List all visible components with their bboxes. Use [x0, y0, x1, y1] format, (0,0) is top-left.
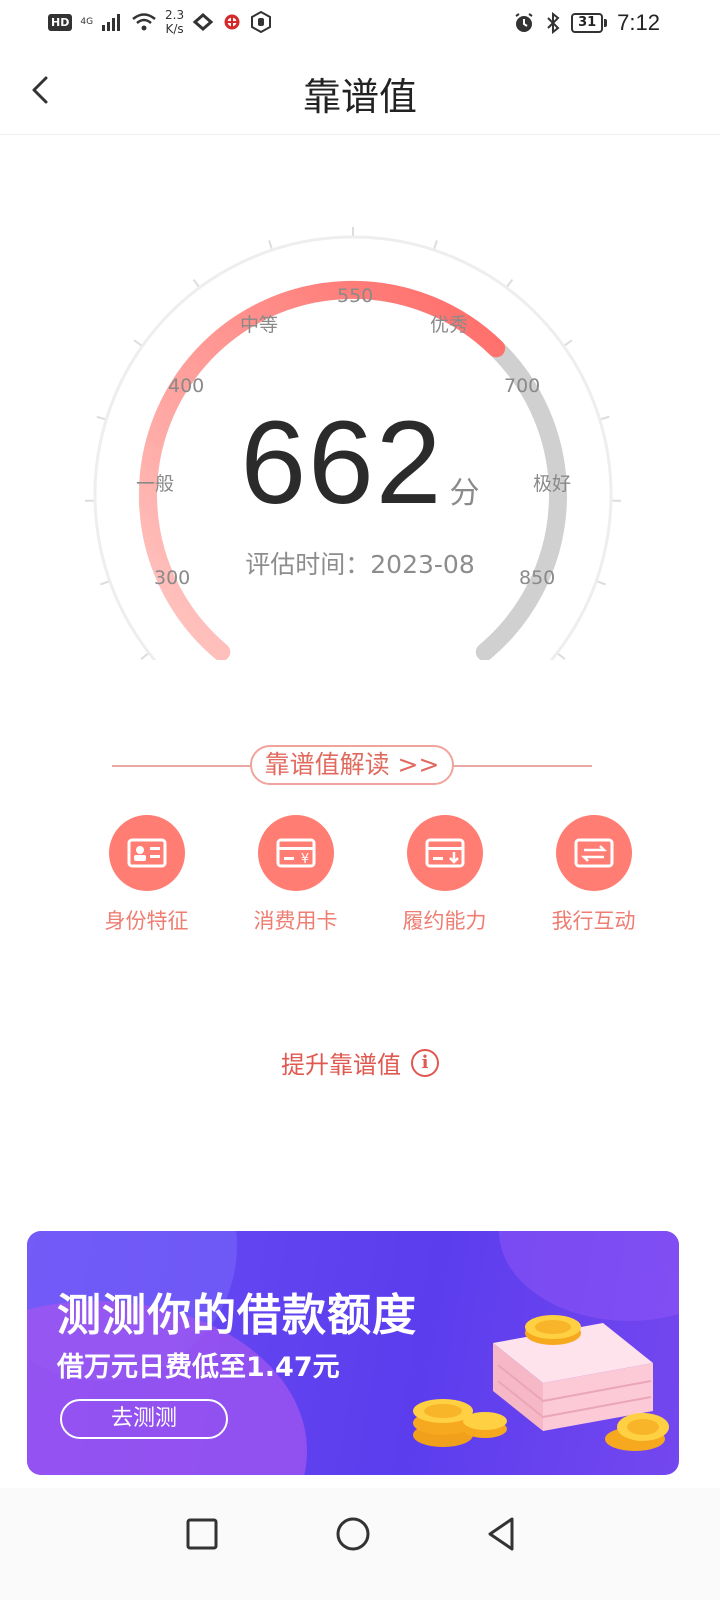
divider-line-right	[452, 765, 592, 767]
score-gauge: 300 400 550 700 850 一般 中等 优秀 极好 662 分 评估时…	[0, 200, 720, 660]
status-left: HD 4G 2.3 K/s	[48, 8, 272, 36]
transfer-icon	[555, 815, 632, 891]
level-label-fair: 一般	[136, 473, 175, 495]
category-label: 我行互动	[551, 909, 636, 933]
banner-subline: 借万元日费低至1.47元	[57, 1352, 340, 1383]
level-label-good: 优秀	[430, 314, 469, 336]
card-yen-icon: ¥	[257, 815, 334, 891]
wifi-icon	[132, 13, 156, 31]
back-icon[interactable]	[478, 1510, 526, 1558]
loan-banner[interactable]: 测测你的借款额度 借万元日费低至1.47元 去测测	[27, 1231, 679, 1475]
category-interaction[interactable]: 我行互动	[519, 815, 668, 935]
status-bar: HD 4G 2.3 K/s 31 7:12	[0, 0, 720, 48]
system-nav-bar	[0, 1488, 720, 1600]
network-type: 4G	[80, 16, 94, 27]
category-label: 身份特征	[104, 909, 189, 933]
clock: 7:12	[617, 10, 660, 35]
tick-label-550: 550	[337, 285, 374, 307]
app-header: 靠谱值	[0, 48, 720, 135]
hd-badge: HD	[48, 13, 73, 31]
divider-line-left	[112, 765, 252, 767]
banner-headline: 测测你的借款额度	[57, 1290, 417, 1341]
interpretation-button[interactable]: 靠谱值解读 >>	[250, 745, 454, 785]
signal-icon	[102, 14, 121, 31]
id-card-icon	[108, 815, 185, 891]
category-fulfillment[interactable]: 履约能力	[370, 815, 519, 935]
info-icon[interactable]: i	[411, 1048, 439, 1077]
net-speed: 2.3 K/s	[165, 8, 184, 36]
score-display: 662 分	[180, 395, 540, 531]
score-value: 662	[240, 397, 444, 529]
improve-label: 提升靠谱值	[281, 1051, 401, 1079]
gauge-tick	[599, 415, 610, 421]
net-speed-unit: K/s	[165, 22, 184, 36]
svg-text:¥: ¥	[300, 852, 308, 867]
test-now-button[interactable]: 去测测	[60, 1399, 228, 1439]
improve-score-link[interactable]: 提升靠谱值 i	[0, 1045, 720, 1080]
heart-app-icon	[192, 13, 214, 31]
home-icon[interactable]	[329, 1510, 377, 1558]
alarm-icon	[515, 13, 533, 32]
status-right: 31 7:12	[513, 10, 660, 36]
recent-apps-icon[interactable]	[178, 1510, 226, 1558]
unicom-icon	[224, 14, 240, 30]
net-speed-value: 2.3	[165, 8, 185, 22]
gauge-tick	[96, 415, 107, 421]
category-identity[interactable]: 身份特征	[72, 815, 221, 935]
category-label: 消费用卡	[253, 909, 338, 933]
level-label-medium: 中等	[240, 314, 279, 336]
tick-label-400: 400	[168, 375, 205, 397]
bluetooth-icon	[547, 12, 560, 34]
hand-icon	[251, 11, 272, 33]
evaluation-time: 评估时间：2023-08	[245, 550, 475, 579]
interpretation-divider: 靠谱值解读 >>	[112, 745, 592, 787]
score-unit: 分	[449, 476, 480, 511]
category-label: 履约能力	[402, 909, 487, 933]
battery-level: 31	[571, 13, 604, 33]
battery-icon: 31	[571, 13, 608, 33]
page-title: 靠谱值	[302, 75, 417, 119]
category-list: 身份特征 ¥ 消费用卡 履约能力 我行互动	[72, 815, 668, 935]
bill-download-icon	[406, 815, 483, 891]
tick-label-700: 700	[504, 375, 541, 397]
category-consumption[interactable]: ¥ 消费用卡	[221, 815, 370, 935]
money-coins-illustration	[413, 1315, 669, 1451]
